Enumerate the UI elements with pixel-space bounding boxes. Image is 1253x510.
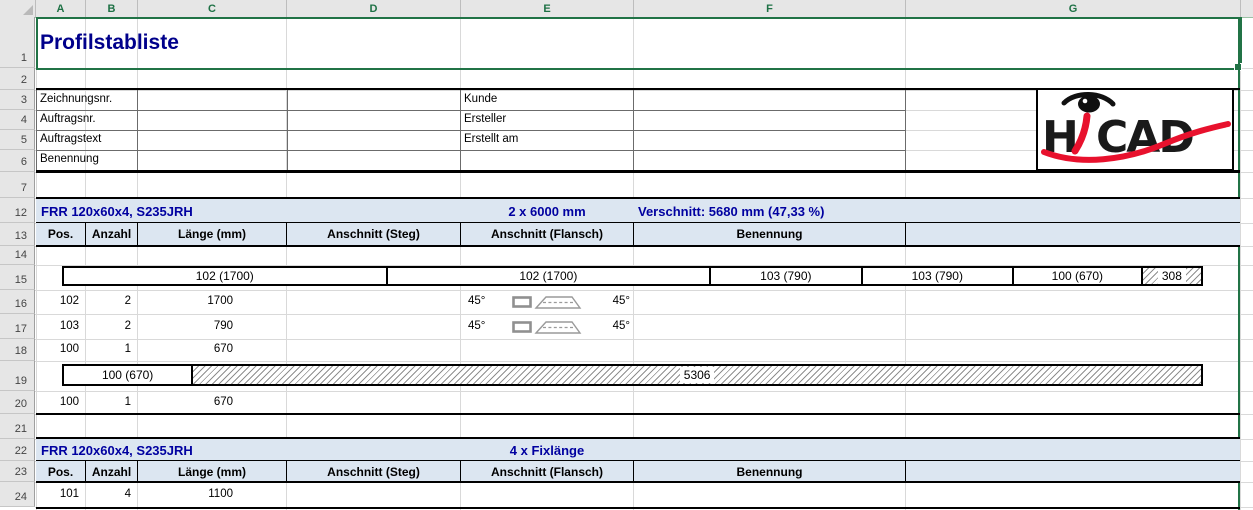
cell-pos[interactable]: 103 bbox=[36, 314, 79, 339]
row-header-4[interactable]: 4 bbox=[0, 110, 35, 130]
cell-laenge[interactable]: 1700 bbox=[137, 290, 233, 314]
hicad-logo-box: H CAD bbox=[1036, 88, 1234, 171]
section1-bottom-border bbox=[36, 413, 1240, 415]
header-pos-1[interactable]: Pos. bbox=[36, 223, 85, 245]
column-header-g[interactable]: G bbox=[906, 0, 1241, 17]
info-grid-line bbox=[36, 150, 905, 151]
column-header-d[interactable]: D bbox=[287, 0, 461, 17]
header-empty-1[interactable] bbox=[905, 223, 1240, 245]
hicad-logo: H CAD bbox=[1041, 92, 1231, 163]
column-header-c[interactable]: C bbox=[138, 0, 287, 17]
header-pos-2[interactable]: Pos. bbox=[36, 461, 85, 482]
cell-angle-right[interactable]: 45° bbox=[560, 290, 630, 314]
section2-stock[interactable]: 4 x Fixlänge bbox=[461, 439, 633, 461]
cell-angle-left[interactable]: 45° bbox=[468, 290, 485, 314]
header-steg-2[interactable]: Anschnitt (Steg) bbox=[286, 461, 460, 482]
profile-section-icon bbox=[512, 296, 532, 308]
cell-laenge[interactable]: 790 bbox=[137, 314, 233, 339]
profile-section-icon bbox=[512, 321, 532, 333]
section1-profile[interactable]: FRR 120x60x4, S235JRH bbox=[41, 199, 193, 223]
column-header-strip: A B C D E F G bbox=[0, 0, 1253, 18]
row-header-3[interactable]: 3 bbox=[0, 90, 35, 110]
header-steg-1[interactable]: Anschnitt (Steg) bbox=[286, 223, 460, 245]
row-header-14[interactable]: 14 bbox=[0, 246, 35, 265]
cell-pos[interactable]: 101 bbox=[36, 482, 79, 507]
header-anzahl-2[interactable]: Anzahl bbox=[85, 461, 137, 482]
info-label-auftragstext[interactable]: Auftragstext bbox=[40, 130, 101, 150]
bar-segment: 102 (1700) bbox=[195, 269, 254, 283]
gridline bbox=[35, 68, 1253, 69]
section1-header-bottom-border bbox=[36, 245, 1240, 247]
row-header-6[interactable]: 6 bbox=[0, 150, 35, 172]
row-header-12[interactable]: 12 bbox=[0, 198, 35, 223]
cell-laenge[interactable]: 670 bbox=[137, 339, 233, 361]
bar-segment: 103 (790) bbox=[860, 268, 1012, 284]
header-empty-2[interactable] bbox=[905, 461, 1240, 482]
info-label-ersteller[interactable]: Ersteller bbox=[464, 110, 506, 130]
row-header-16[interactable]: 16 bbox=[0, 290, 35, 314]
row-header-24[interactable]: 24 bbox=[0, 482, 35, 507]
spreadsheet: A B C D E F G 1 2 3 4 5 6 7 12 13 14 15 … bbox=[0, 0, 1253, 510]
bar-segment: 102 (1700) bbox=[385, 268, 710, 284]
cell-anzahl[interactable]: 2 bbox=[85, 314, 131, 339]
cell-pos[interactable]: 100 bbox=[36, 339, 79, 361]
bar-segment: 100 (670) bbox=[101, 368, 154, 382]
row-header-19[interactable]: 19 bbox=[0, 361, 35, 391]
cell-anzahl[interactable]: 1 bbox=[85, 391, 131, 414]
bar-rest-segment: 5306 bbox=[191, 366, 1201, 384]
info-label-benennung[interactable]: Benennung bbox=[40, 150, 99, 170]
select-all-corner[interactable] bbox=[0, 0, 36, 17]
row-header-1[interactable]: 1 bbox=[0, 17, 35, 68]
row-header-13[interactable]: 13 bbox=[0, 223, 35, 246]
cell-anzahl[interactable]: 4 bbox=[85, 482, 131, 507]
bar-segment: 100 (670) bbox=[1012, 268, 1141, 284]
row-header-2[interactable]: 2 bbox=[0, 68, 35, 90]
column-header-b[interactable]: B bbox=[86, 0, 138, 17]
bar-rest-segment: 308 bbox=[1140, 268, 1201, 284]
section2-band[interactable] bbox=[36, 439, 1240, 461]
cell-anzahl[interactable]: 1 bbox=[85, 339, 131, 361]
header-laenge-1[interactable]: Länge (mm) bbox=[137, 223, 286, 245]
section1-stock[interactable]: 2 x 6000 mm bbox=[461, 199, 633, 223]
header-anzahl-1[interactable]: Anzahl bbox=[85, 223, 137, 245]
section2-bottom-border bbox=[36, 507, 1240, 509]
row-header-18[interactable]: 18 bbox=[0, 339, 35, 361]
row-header-17[interactable]: 17 bbox=[0, 314, 35, 339]
row-header-23[interactable]: 23 bbox=[0, 461, 35, 482]
header-flansch-2[interactable]: Anschnitt (Flansch) bbox=[460, 461, 633, 482]
cell-angle-right[interactable]: 45° bbox=[560, 314, 630, 339]
column-header-a[interactable]: A bbox=[36, 0, 86, 17]
cell-laenge[interactable]: 670 bbox=[137, 391, 233, 414]
info-label-zeichnungsnr[interactable]: Zeichnungsnr. bbox=[40, 90, 112, 110]
column-header-e[interactable]: E bbox=[461, 0, 634, 17]
page-title[interactable]: Profilstabliste bbox=[40, 17, 179, 68]
header-laenge-2[interactable]: Länge (mm) bbox=[137, 461, 286, 482]
row-header-5[interactable]: 5 bbox=[0, 130, 35, 150]
header-benennung-1[interactable]: Benennung bbox=[633, 223, 905, 245]
gridline bbox=[35, 361, 1253, 362]
column-header-f[interactable]: F bbox=[634, 0, 906, 17]
stock-bar-2[interactable]: 100 (670) 5306 bbox=[62, 364, 1203, 386]
cell-angle-left[interactable]: 45° bbox=[468, 314, 485, 339]
row-header-15[interactable]: 15 bbox=[0, 265, 35, 290]
info-label-kunde[interactable]: Kunde bbox=[464, 90, 497, 110]
row-header-22[interactable]: 22 bbox=[0, 439, 35, 461]
cell-laenge[interactable]: 1100 bbox=[137, 482, 233, 507]
section2-profile[interactable]: FRR 120x60x4, S235JRH bbox=[41, 439, 193, 461]
selection-border bbox=[36, 17, 1242, 70]
cell-pos[interactable]: 100 bbox=[36, 391, 79, 414]
info-label-auftragsnr[interactable]: Auftragsnr. bbox=[40, 110, 96, 130]
info-label-erstellt-am[interactable]: Erstellt am bbox=[464, 130, 518, 150]
row-header-21[interactable]: 21 bbox=[0, 414, 35, 439]
row-header-20[interactable]: 20 bbox=[0, 391, 35, 414]
info-grid-line bbox=[905, 90, 906, 170]
stock-bar-1[interactable]: 102 (1700) 102 (1700) 103 (790) 103 (790… bbox=[62, 266, 1203, 286]
header-flansch-1[interactable]: Anschnitt (Flansch) bbox=[460, 223, 633, 245]
header-benennung-2[interactable]: Benennung bbox=[633, 461, 905, 482]
cell-anzahl[interactable]: 2 bbox=[85, 290, 131, 314]
bar-segment: 103 (790) bbox=[709, 268, 860, 284]
cell-pos[interactable]: 102 bbox=[36, 290, 79, 314]
section1-waste-note[interactable]: Verschnitt: 5680 mm (47,33 %) bbox=[638, 199, 824, 223]
row-header-7[interactable]: 7 bbox=[0, 172, 35, 198]
